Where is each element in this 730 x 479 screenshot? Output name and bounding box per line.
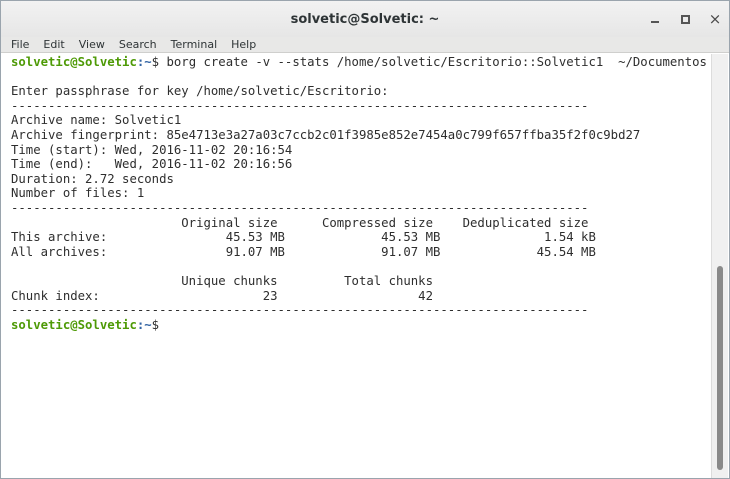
- output-line: Chunk index: 23 42: [11, 288, 433, 303]
- minimize-button[interactable]: [647, 11, 663, 27]
- prompt-user: solvetic@Solvetic: [11, 317, 137, 332]
- prompt-symbol: $: [151, 317, 160, 332]
- output-line: Archive name: Solvetic1: [11, 113, 182, 128]
- window-controls: ×: [647, 10, 723, 28]
- prompt-path: :~: [136, 55, 152, 69]
- output-line: All archives: 91.07 MB 91.07 MB 45.54 MB: [11, 244, 596, 259]
- output-line: Archive fingerprint: 85e4713e3a27a03c7cc…: [11, 127, 641, 142]
- output-line: Enter passphrase for key /home/solvetic/…: [11, 84, 389, 99]
- final-prompt-line: solvetic@Solvetic:~$: [11, 318, 711, 333]
- close-icon: ×: [708, 10, 722, 28]
- output-line: Number of files: 1: [11, 186, 145, 201]
- prompt-user: solvetic@Solvetic: [11, 55, 137, 69]
- output-line: This archive: 45.53 MB 45.53 MB 1.54 kB: [11, 230, 596, 245]
- output-line: Time (start): Wed, 2016-11-02 20:16:54: [11, 142, 293, 157]
- terminal-window: solvetic@Solvetic: ~ × File Edit View Se…: [0, 0, 730, 479]
- menu-terminal[interactable]: Terminal: [171, 37, 218, 53]
- close-button[interactable]: ×: [707, 10, 723, 28]
- menu-file[interactable]: File: [11, 37, 29, 53]
- vertical-scrollbar[interactable]: [711, 54, 728, 478]
- output-line: Duration: 2.72 seconds: [11, 171, 174, 186]
- output-line: Original size Compressed size Deduplicat…: [11, 215, 589, 230]
- output-line: Unique chunks Total chunks: [11, 273, 433, 288]
- maximize-icon: [680, 14, 690, 24]
- title-bar[interactable]: solvetic@Solvetic: ~ ×: [1, 1, 729, 37]
- menu-search[interactable]: Search: [119, 37, 157, 53]
- menu-bar: File Edit View Search Terminal Help: [1, 37, 729, 53]
- menu-help[interactable]: Help: [231, 37, 256, 53]
- scrollbar-thumb[interactable]: [717, 266, 723, 470]
- output-line: ----------------------------------------…: [11, 303, 589, 318]
- output-line: Time (end): Wed, 2016-11-02 20:16:56: [11, 157, 293, 172]
- menu-view[interactable]: View: [79, 37, 105, 53]
- window-title: solvetic@Solvetic: ~: [290, 11, 440, 27]
- terminal-output[interactable]: solvetic@Solvetic:~$ borg create -v --st…: [1, 54, 711, 478]
- output-line: ----------------------------------------…: [11, 200, 589, 215]
- prompt-path: :~: [136, 317, 152, 332]
- command-text: $ borg create -v --stats /home/solvetic/…: [151, 55, 707, 69]
- output-line: ----------------------------------------…: [11, 98, 589, 113]
- maximize-button[interactable]: [677, 11, 693, 27]
- minimize-icon: [651, 21, 659, 23]
- command-line: solvetic@Solvetic:~$ borg create -v --st…: [11, 55, 711, 70]
- menu-edit[interactable]: Edit: [43, 37, 64, 53]
